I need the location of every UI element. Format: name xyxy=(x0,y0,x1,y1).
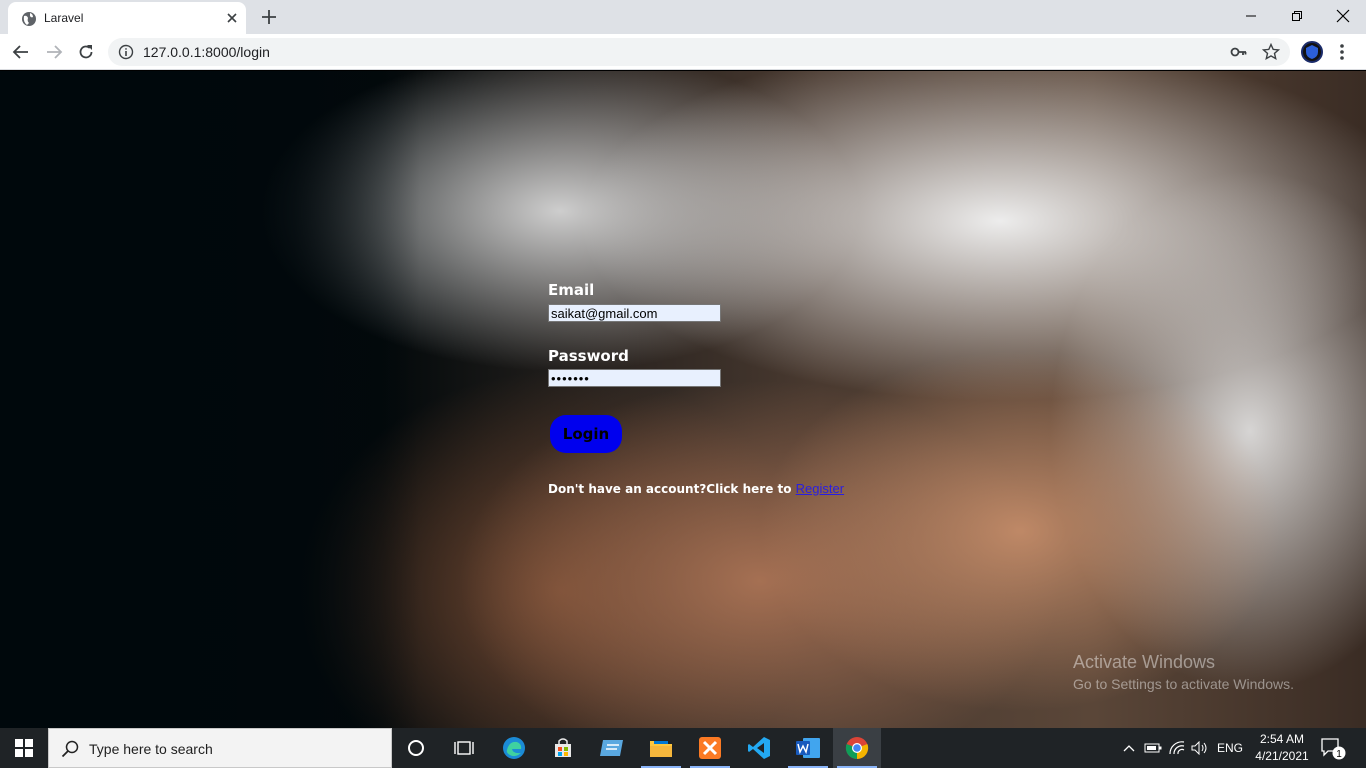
login-page: Email Password Login Don't have an accou… xyxy=(0,71,1366,728)
password-field[interactable] xyxy=(548,369,721,387)
word-icon xyxy=(796,738,820,758)
browser-toolbar: 127.0.0.1:8000/login xyxy=(0,34,1366,70)
folder-icon xyxy=(650,741,672,757)
system-clock[interactable]: 2:54 AM 4/21/2021 xyxy=(1252,731,1312,765)
task-view-button[interactable] xyxy=(440,728,488,768)
profile-avatar[interactable] xyxy=(1301,41,1323,63)
star-icon[interactable] xyxy=(1262,43,1280,61)
store-taskbar-button[interactable] xyxy=(539,728,587,768)
register-prompt-text: Don't have an account?Click here to xyxy=(548,482,796,496)
word-taskbar-button[interactable] xyxy=(784,728,832,768)
start-button[interactable] xyxy=(0,728,48,768)
browser-tab-strip: Laravel xyxy=(0,0,1366,34)
chrome-taskbar-button[interactable] xyxy=(833,728,881,768)
notification-count: 1 xyxy=(1336,749,1342,760)
store-icon xyxy=(555,738,571,757)
register-prompt: Don't have an account?Click here to Regi… xyxy=(548,481,844,496)
edge-taskbar-button[interactable] xyxy=(490,728,538,768)
activate-windows-watermark: Activate Windows Go to Settings to activ… xyxy=(1073,652,1294,692)
watermark-title: Activate Windows xyxy=(1073,652,1216,672)
xampp-taskbar-button[interactable] xyxy=(686,728,734,768)
volume-button[interactable] xyxy=(1189,728,1211,768)
vscode-icon xyxy=(748,737,770,759)
taskbar-search[interactable]: Type here to search xyxy=(48,728,392,768)
cortana-icon xyxy=(408,740,424,756)
forward-button[interactable] xyxy=(43,41,65,63)
windows-taskbar: Type here to search ENG 2:54 AM 4/21/202… xyxy=(0,728,1366,768)
chrome-icon xyxy=(845,737,869,760)
minimize-button[interactable] xyxy=(1228,0,1274,32)
close-window-button[interactable] xyxy=(1320,0,1366,32)
show-hidden-icons-button[interactable] xyxy=(1118,728,1140,768)
close-tab-icon[interactable] xyxy=(224,10,240,26)
input-language-button[interactable]: ENG xyxy=(1213,728,1247,768)
tab-title: Laravel xyxy=(44,11,84,25)
wifi-icon xyxy=(1169,741,1185,755)
reload-button[interactable] xyxy=(75,41,97,63)
vscode-taskbar-button[interactable] xyxy=(735,728,783,768)
task-view-icon xyxy=(454,741,474,755)
network-button[interactable] xyxy=(1166,728,1188,768)
email-label: Email xyxy=(548,281,595,299)
minimize-icon xyxy=(1246,15,1256,17)
close-icon xyxy=(1336,9,1350,23)
chevron-up-icon xyxy=(1123,745,1135,752)
back-button[interactable] xyxy=(10,41,32,63)
cortana-button[interactable] xyxy=(392,728,440,768)
new-tab-icon[interactable] xyxy=(260,8,278,26)
more-menu-icon[interactable] xyxy=(1337,42,1347,62)
globe-icon xyxy=(22,12,36,26)
windows-logo-icon xyxy=(15,739,33,757)
app-taskbar-button[interactable] xyxy=(588,728,636,768)
url-text[interactable]: 127.0.0.1:8000/login xyxy=(143,44,270,60)
arrow-left-icon xyxy=(12,45,28,59)
shield-icon xyxy=(1306,45,1318,59)
clock-date: 4/21/2021 xyxy=(1255,749,1309,763)
edge-icon xyxy=(503,737,525,759)
reload-icon xyxy=(79,45,93,59)
register-link[interactable]: Register xyxy=(796,481,844,496)
restore-button[interactable] xyxy=(1274,0,1320,32)
speaker-icon xyxy=(1191,741,1207,755)
xampp-icon xyxy=(699,737,721,759)
remote-desktop-icon xyxy=(600,740,623,756)
arrow-right-icon xyxy=(47,45,63,59)
restore-icon xyxy=(1292,11,1302,21)
password-label: Password xyxy=(548,347,629,365)
file-explorer-taskbar-button[interactable] xyxy=(637,728,685,768)
email-field[interactable] xyxy=(548,304,721,322)
clock-time: 2:54 AM xyxy=(1259,732,1305,746)
search-placeholder: Type here to search xyxy=(89,741,213,757)
browser-tab[interactable]: Laravel xyxy=(8,2,246,34)
battery-icon xyxy=(1144,743,1162,753)
battery-button[interactable] xyxy=(1142,728,1164,768)
search-icon xyxy=(61,740,79,758)
info-icon[interactable] xyxy=(118,44,134,60)
action-center-icon[interactable]: 1 xyxy=(1318,736,1346,760)
address-bar[interactable]: 127.0.0.1:8000/login xyxy=(108,38,1290,66)
background-photo-shade xyxy=(0,71,420,728)
key-icon[interactable] xyxy=(1230,44,1248,60)
watermark-subtitle: Go to Settings to activate Windows. xyxy=(1073,676,1294,692)
login-button[interactable]: Login xyxy=(550,415,622,453)
